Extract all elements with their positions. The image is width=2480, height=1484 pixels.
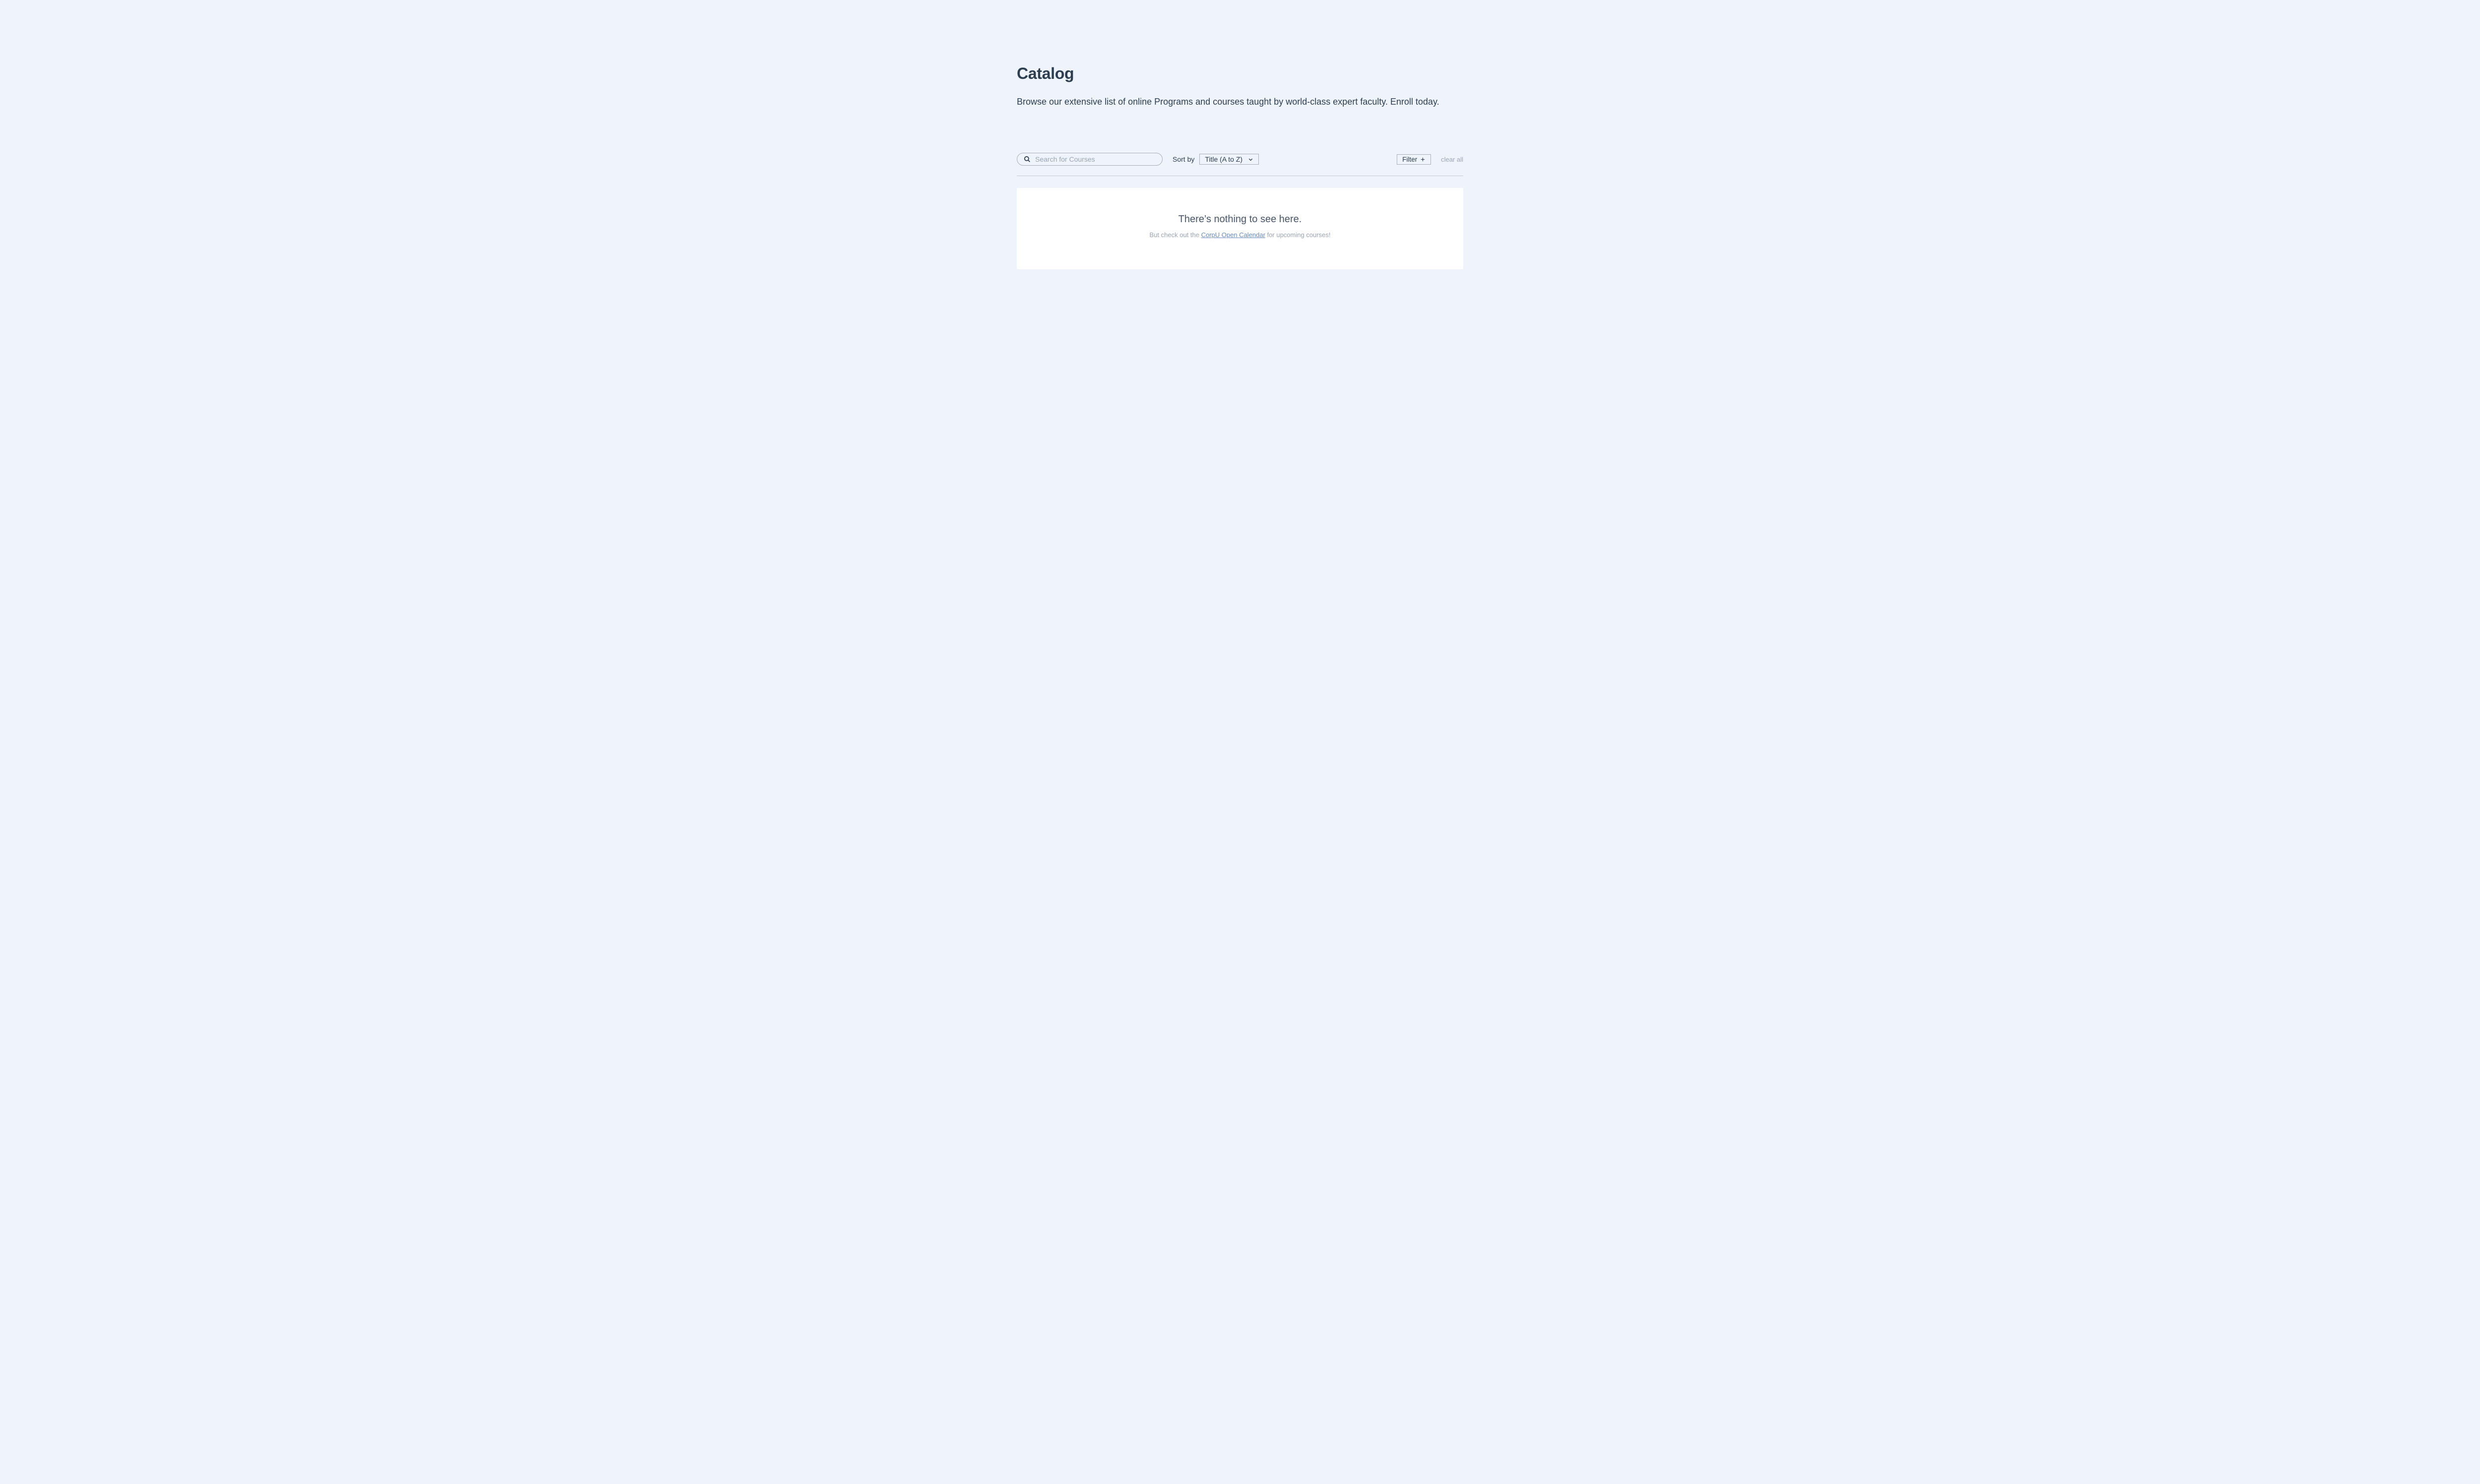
controls-row: Sort by Title (A to Z) Filter clear al xyxy=(1017,153,1463,176)
search-icon xyxy=(1024,156,1031,163)
search-input[interactable] xyxy=(1017,153,1163,166)
clear-all-link[interactable]: clear all xyxy=(1441,156,1463,163)
empty-heading: There’s nothing to see here. xyxy=(1027,214,1453,225)
sort-selected-value: Title (A to Z) xyxy=(1205,155,1242,163)
page-description: Browse our extensive list of online Prog… xyxy=(1017,96,1463,108)
sort-select[interactable]: Title (A to Z) xyxy=(1199,154,1259,165)
sort-label: Sort by xyxy=(1173,155,1194,163)
filter-button-label: Filter xyxy=(1402,156,1417,163)
search-box xyxy=(1017,153,1163,166)
page-title: Catalog xyxy=(1017,64,1463,83)
filter-button[interactable]: Filter xyxy=(1397,154,1431,165)
empty-state-card: There’s nothing to see here. But check o… xyxy=(1017,188,1463,269)
empty-sub-suffix: for upcoming courses! xyxy=(1265,231,1331,239)
plus-icon xyxy=(1420,157,1426,162)
empty-sub-prefix: But check out the xyxy=(1150,231,1201,239)
open-calendar-link[interactable]: CorpU Open Calendar xyxy=(1201,231,1265,239)
sort-group: Sort by Title (A to Z) xyxy=(1173,154,1259,165)
chevron-down-icon xyxy=(1247,156,1253,162)
empty-subtext: But check out the CorpU Open Calendar fo… xyxy=(1027,231,1453,239)
